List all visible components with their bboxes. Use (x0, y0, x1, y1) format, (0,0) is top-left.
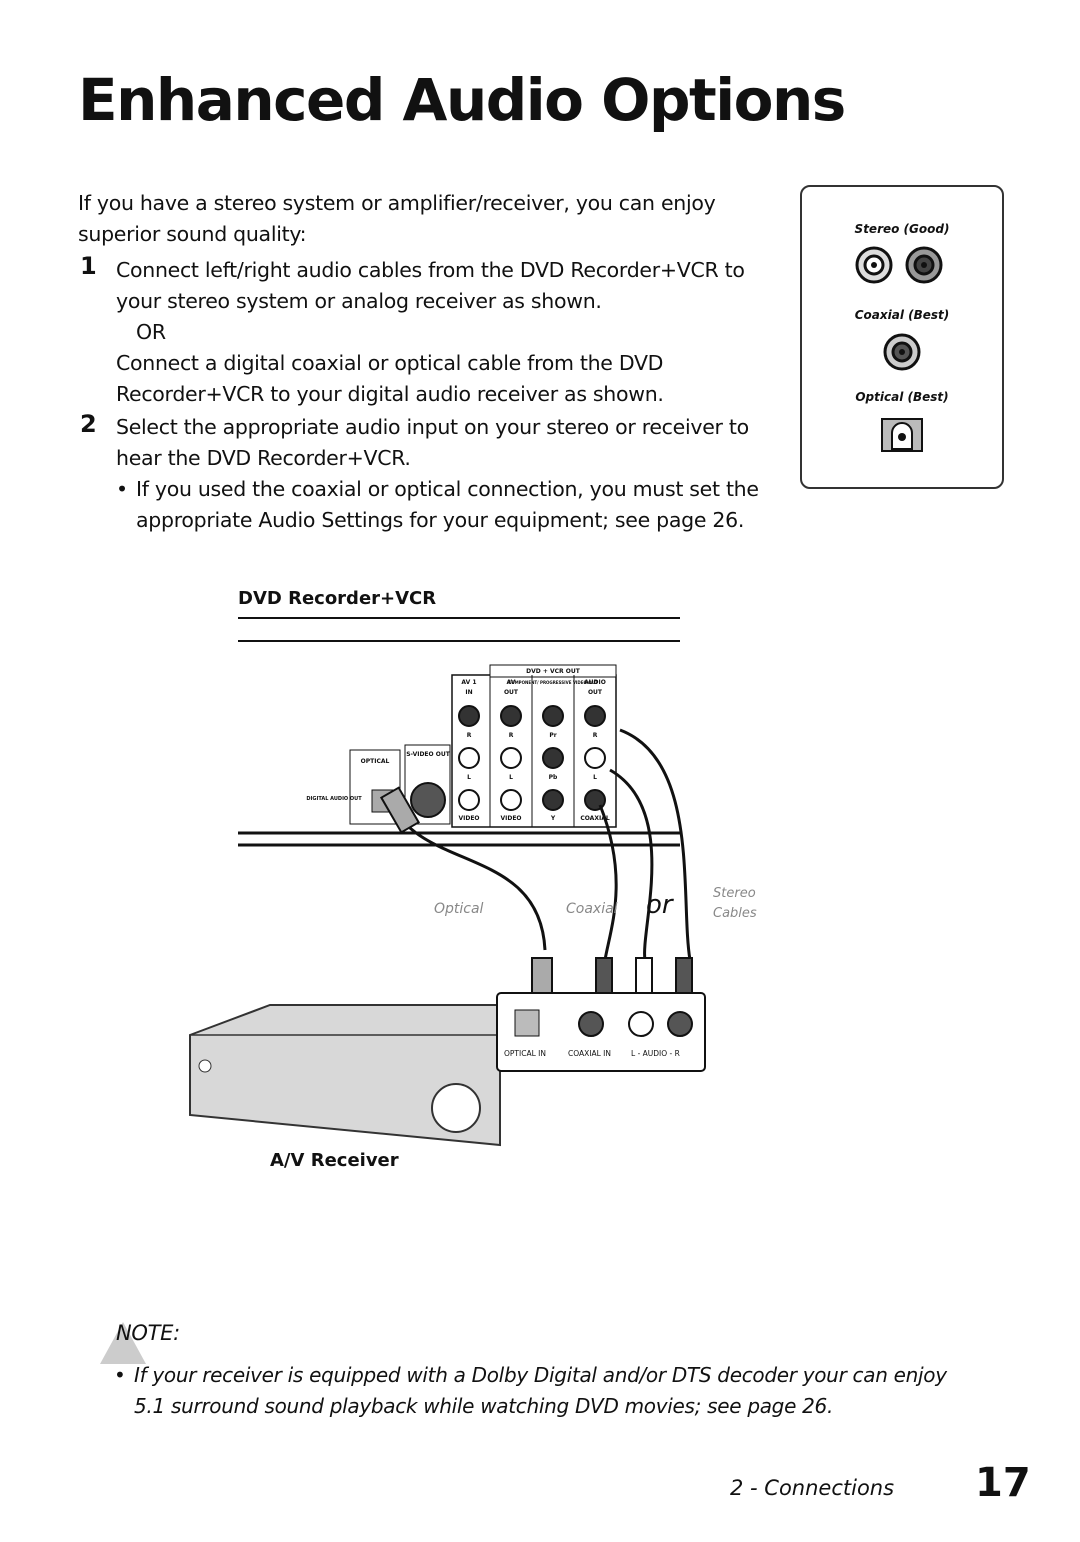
optical-in-label: OPTICAL IN (504, 1049, 546, 1058)
panel-label: IN (465, 689, 472, 696)
panel-label: OUT (588, 689, 603, 696)
note-line: If your receiver is equipped with a Dolb… (134, 1363, 947, 1387)
stereo-cable-label: Cables (713, 906, 757, 921)
panel-label: Pb (549, 774, 558, 781)
panel-label: S-VIDEO OUT (406, 751, 450, 758)
dvd-back-panel: DVD + VCR OUT AV 1 IN AV OUT COMPONENT/ … (238, 664, 680, 847)
panel-label: R (593, 732, 598, 739)
coaxial-cable-label: Coaxial (566, 901, 618, 917)
panel-label: L (509, 774, 513, 781)
panel-label: R (467, 732, 472, 739)
connection-diagram: DVD + VCR OUT AV 1 IN AV OUT COMPONENT/ … (189, 664, 757, 1147)
optical-cable-label: Optical (434, 901, 484, 917)
panel-label: AUDIO (584, 679, 606, 686)
panel-label: OPTICAL (361, 758, 390, 765)
note-line: 5.1 surround sound playback while watchi… (134, 1394, 834, 1418)
note-label: NOTE: (116, 1321, 180, 1345)
panel-label: Pr (549, 732, 556, 739)
panel-label: VIDEO (500, 815, 521, 822)
panel-label: L (467, 774, 471, 781)
audio-in-label: L - AUDIO - R (631, 1049, 680, 1058)
section-label: 2 - Connections (730, 1476, 895, 1500)
manual-page: Enhanced Audio Options If you have a ste… (0, 0, 1080, 1542)
panel-label: DIGITAL AUDIO OUT (306, 796, 362, 802)
panel-label: R (509, 732, 514, 739)
av-receiver-label: A/V Receiver (270, 1150, 399, 1171)
coaxial-in-label: COAXIAL IN (568, 1049, 611, 1058)
stereo-cable-label: Stereo (713, 886, 756, 901)
or-label: or (646, 890, 675, 920)
panel-label: AV 1 (461, 679, 476, 686)
panel-label: L (593, 774, 597, 781)
panel-label: VIDEO (458, 815, 479, 822)
av-receiver-illustration: OPTICAL IN COAXIAL IN L - AUDIO - R (189, 992, 706, 1147)
panel-label: Y (550, 815, 556, 822)
panel-label: OUT (504, 689, 519, 696)
note-text: • If your receiver is equipped with a Do… (114, 1360, 947, 1422)
panel-header: DVD + VCR OUT (526, 668, 581, 675)
page-number: 17 (975, 1460, 1031, 1506)
